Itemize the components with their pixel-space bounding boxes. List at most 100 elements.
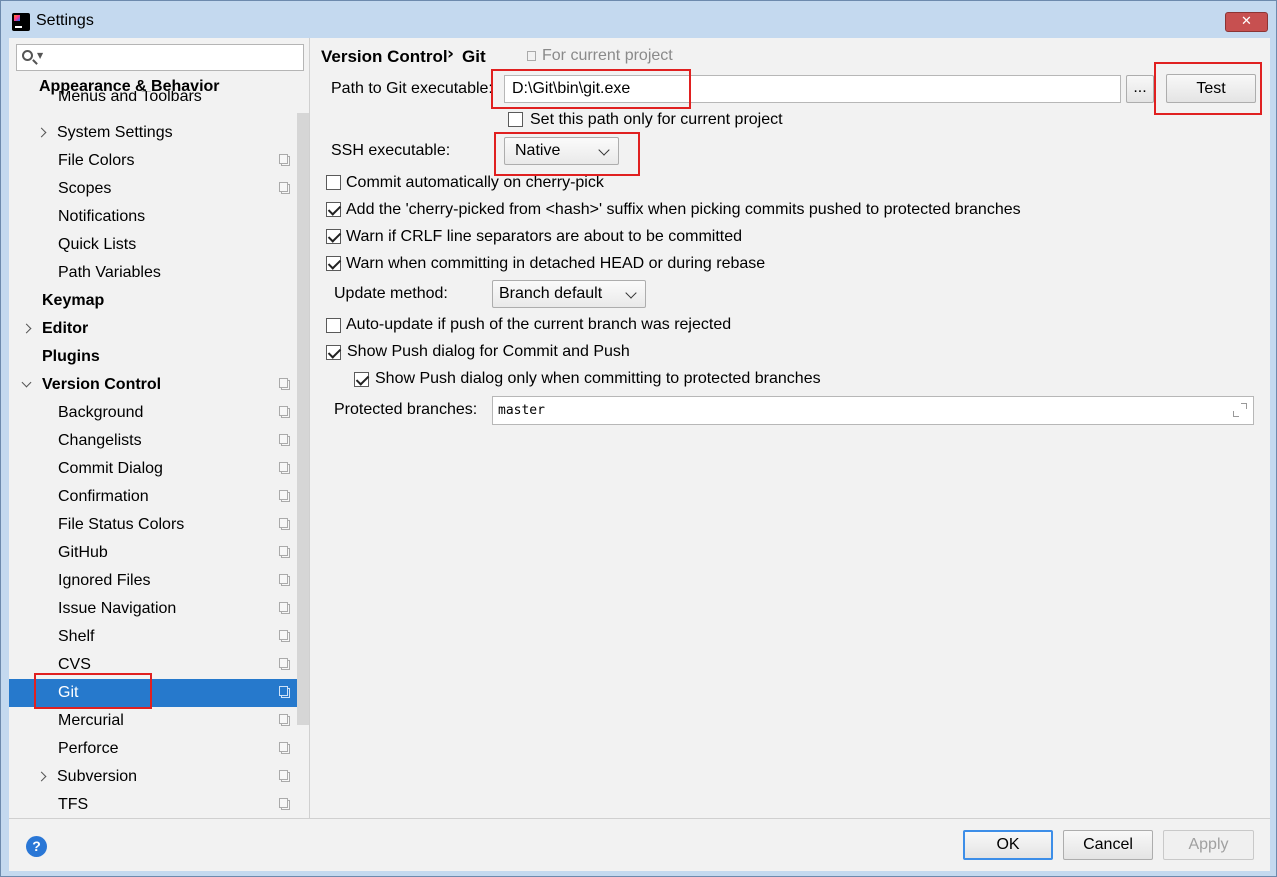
- chevron-right-icon[interactable]: [36, 127, 47, 138]
- sidebar-item-shelf[interactable]: Shelf: [9, 623, 309, 651]
- sidebar-item-label: Confirmation: [58, 488, 149, 505]
- project-scope-icon: [279, 434, 290, 446]
- sidebar-item-version-control[interactable]: Version Control: [9, 371, 309, 399]
- show-push-checkbox[interactable]: [326, 345, 341, 360]
- sidebar-item-perforce[interactable]: Perforce: [9, 735, 309, 763]
- project-scope-icon: [279, 378, 290, 390]
- sidebar-item-label: GitHub: [58, 544, 108, 561]
- sidebar-item-ignored-files[interactable]: Ignored Files: [9, 567, 309, 595]
- git-option-checkbox[interactable]: [326, 229, 341, 244]
- chevron-down-icon[interactable]: [21, 377, 32, 388]
- project-scope-icon: [279, 518, 290, 530]
- project-scope-icon: [527, 51, 536, 61]
- breadcrumb-separator: ›: [447, 44, 455, 64]
- project-scope-icon: [279, 462, 290, 474]
- protected-branches-value: master: [498, 403, 545, 418]
- sidebar-item-tfs[interactable]: TFS: [9, 791, 309, 818]
- search-options-caret-icon[interactable]: ▼: [37, 51, 43, 60]
- update-method-select[interactable]: Branch default: [492, 280, 646, 308]
- sidebar-item-issue-navigation[interactable]: Issue Navigation: [9, 595, 309, 623]
- intellij-app-icon: [12, 13, 30, 31]
- sidebar-item-subversion[interactable]: Subversion: [9, 763, 309, 791]
- sidebar-item-label: Path Variables: [58, 264, 161, 281]
- sidebar-item-label: Scopes: [58, 180, 112, 197]
- sidebar-item-label: Commit Dialog: [58, 460, 163, 477]
- help-icon[interactable]: ?: [26, 836, 47, 857]
- sidebar-item-label: Perforce: [58, 740, 119, 757]
- path-only-project-checkbox[interactable]: [508, 112, 523, 127]
- sidebar-item-file-status-colors[interactable]: File Status Colors: [9, 511, 309, 539]
- sidebar-item-menus-and-toolbars[interactable]: Menus and Toolbars: [9, 91, 309, 105]
- sidebar-item-label: Menus and Toolbars: [58, 91, 202, 105]
- git-option-label: Commit automatically on cherry-pick: [346, 174, 604, 191]
- sidebar-item-label: Ignored Files: [58, 572, 151, 589]
- sidebar-item-background[interactable]: Background: [9, 399, 309, 427]
- browse-button[interactable]: ...: [1126, 75, 1154, 103]
- sidebar-item-label: Shelf: [58, 628, 95, 645]
- chevron-right-icon[interactable]: [36, 771, 47, 782]
- settings-search-input[interactable]: ▼: [16, 44, 304, 71]
- highlight-box-test-button: [1154, 62, 1262, 115]
- cancel-button[interactable]: Cancel: [1063, 830, 1153, 860]
- sidebar-item-label: Mercurial: [58, 712, 124, 729]
- sidebar-item-quick-lists[interactable]: Quick Lists: [9, 231, 309, 259]
- git-option-checkbox[interactable]: [326, 202, 341, 217]
- sidebar-item-system-settings[interactable]: System Settings: [9, 119, 309, 147]
- sidebar-item-label: Notifications: [58, 208, 146, 225]
- sidebar-item-mercurial[interactable]: Mercurial: [9, 707, 309, 735]
- git-option-label: Add the 'cherry-picked from <hash>' suff…: [346, 201, 1021, 218]
- project-scope-icon: [279, 770, 290, 782]
- project-scope-icon: [279, 686, 290, 698]
- show-push-protected-checkbox[interactable]: [354, 372, 369, 387]
- project-scope-icon: [279, 630, 290, 642]
- expand-icon[interactable]: [1233, 403, 1247, 417]
- sidebar-item-path-variables[interactable]: Path Variables: [9, 259, 309, 287]
- sidebar-item-label: Quick Lists: [58, 236, 137, 253]
- close-window-button[interactable]: ✕: [1225, 12, 1268, 32]
- project-scope-icon: [279, 798, 290, 810]
- settings-window: Settings ✕ ▼ Appearance & Behavior Menus …: [0, 0, 1277, 877]
- git-path-label: Path to Git executable:: [331, 80, 493, 97]
- sidebar-item-commit-dialog[interactable]: Commit Dialog: [9, 455, 309, 483]
- ok-button[interactable]: OK: [963, 830, 1053, 860]
- sidebar-item-label: Changelists: [58, 432, 142, 449]
- sidebar-item-label: Background: [58, 404, 144, 421]
- protected-branches-label: Protected branches:: [334, 401, 478, 418]
- dialog-footer: ? OK Cancel Apply: [9, 818, 1270, 871]
- project-scope-icon: [279, 406, 290, 418]
- sidebar-item-label: System Settings: [57, 124, 173, 141]
- sidebar-item-label: Plugins: [42, 348, 100, 365]
- chevron-right-icon[interactable]: [21, 323, 32, 334]
- sidebar-item-confirmation[interactable]: Confirmation: [9, 483, 309, 511]
- git-option-checkbox[interactable]: [326, 175, 341, 190]
- search-icon: [22, 50, 33, 61]
- dialog-body: ▼ Appearance & Behavior Menus and Toolbar…: [9, 38, 1270, 871]
- sidebar-item-changelists[interactable]: Changelists: [9, 427, 309, 455]
- sidebar-item-keymap[interactable]: Keymap: [9, 287, 309, 315]
- breadcrumb-git: Git: [462, 47, 486, 66]
- sidebar-item-file-colors[interactable]: File Colors: [9, 147, 309, 175]
- sidebar-item-scopes[interactable]: Scopes: [9, 175, 309, 203]
- highlight-box-git-path: [491, 69, 691, 109]
- sidebar-item-notifications[interactable]: Notifications: [9, 203, 309, 231]
- auto-update-label: Auto-update if push of the current branc…: [346, 316, 732, 333]
- show-push-label: Show Push dialog for Commit and Push: [347, 343, 630, 360]
- window-title: Settings: [36, 12, 94, 29]
- sidebar-item-label: Version Control: [42, 376, 162, 393]
- sidebar-item-plugins[interactable]: Plugins: [9, 343, 309, 371]
- protected-branches-input[interactable]: master: [492, 396, 1254, 425]
- sidebar-scrollbar[interactable]: [297, 113, 309, 725]
- show-push-protected-label: Show Push dialog only when committing to…: [375, 370, 821, 387]
- sidebar-item-label: Issue Navigation: [58, 600, 177, 617]
- sidebar-item-editor[interactable]: Editor: [9, 315, 309, 343]
- ssh-executable-label: SSH executable:: [331, 142, 451, 159]
- auto-update-checkbox[interactable]: [326, 318, 341, 333]
- apply-button[interactable]: Apply: [1163, 830, 1254, 860]
- git-option-checkbox[interactable]: [326, 256, 341, 271]
- breadcrumb-version-control[interactable]: Version Control: [321, 47, 448, 67]
- sidebar-item-label: File Colors: [58, 152, 135, 169]
- project-scope-icon: [279, 546, 290, 558]
- sidebar-item-github[interactable]: GitHub: [9, 539, 309, 567]
- git-option-label: Warn if CRLF line separators are about t…: [346, 228, 743, 245]
- project-scope-icon: [279, 658, 290, 670]
